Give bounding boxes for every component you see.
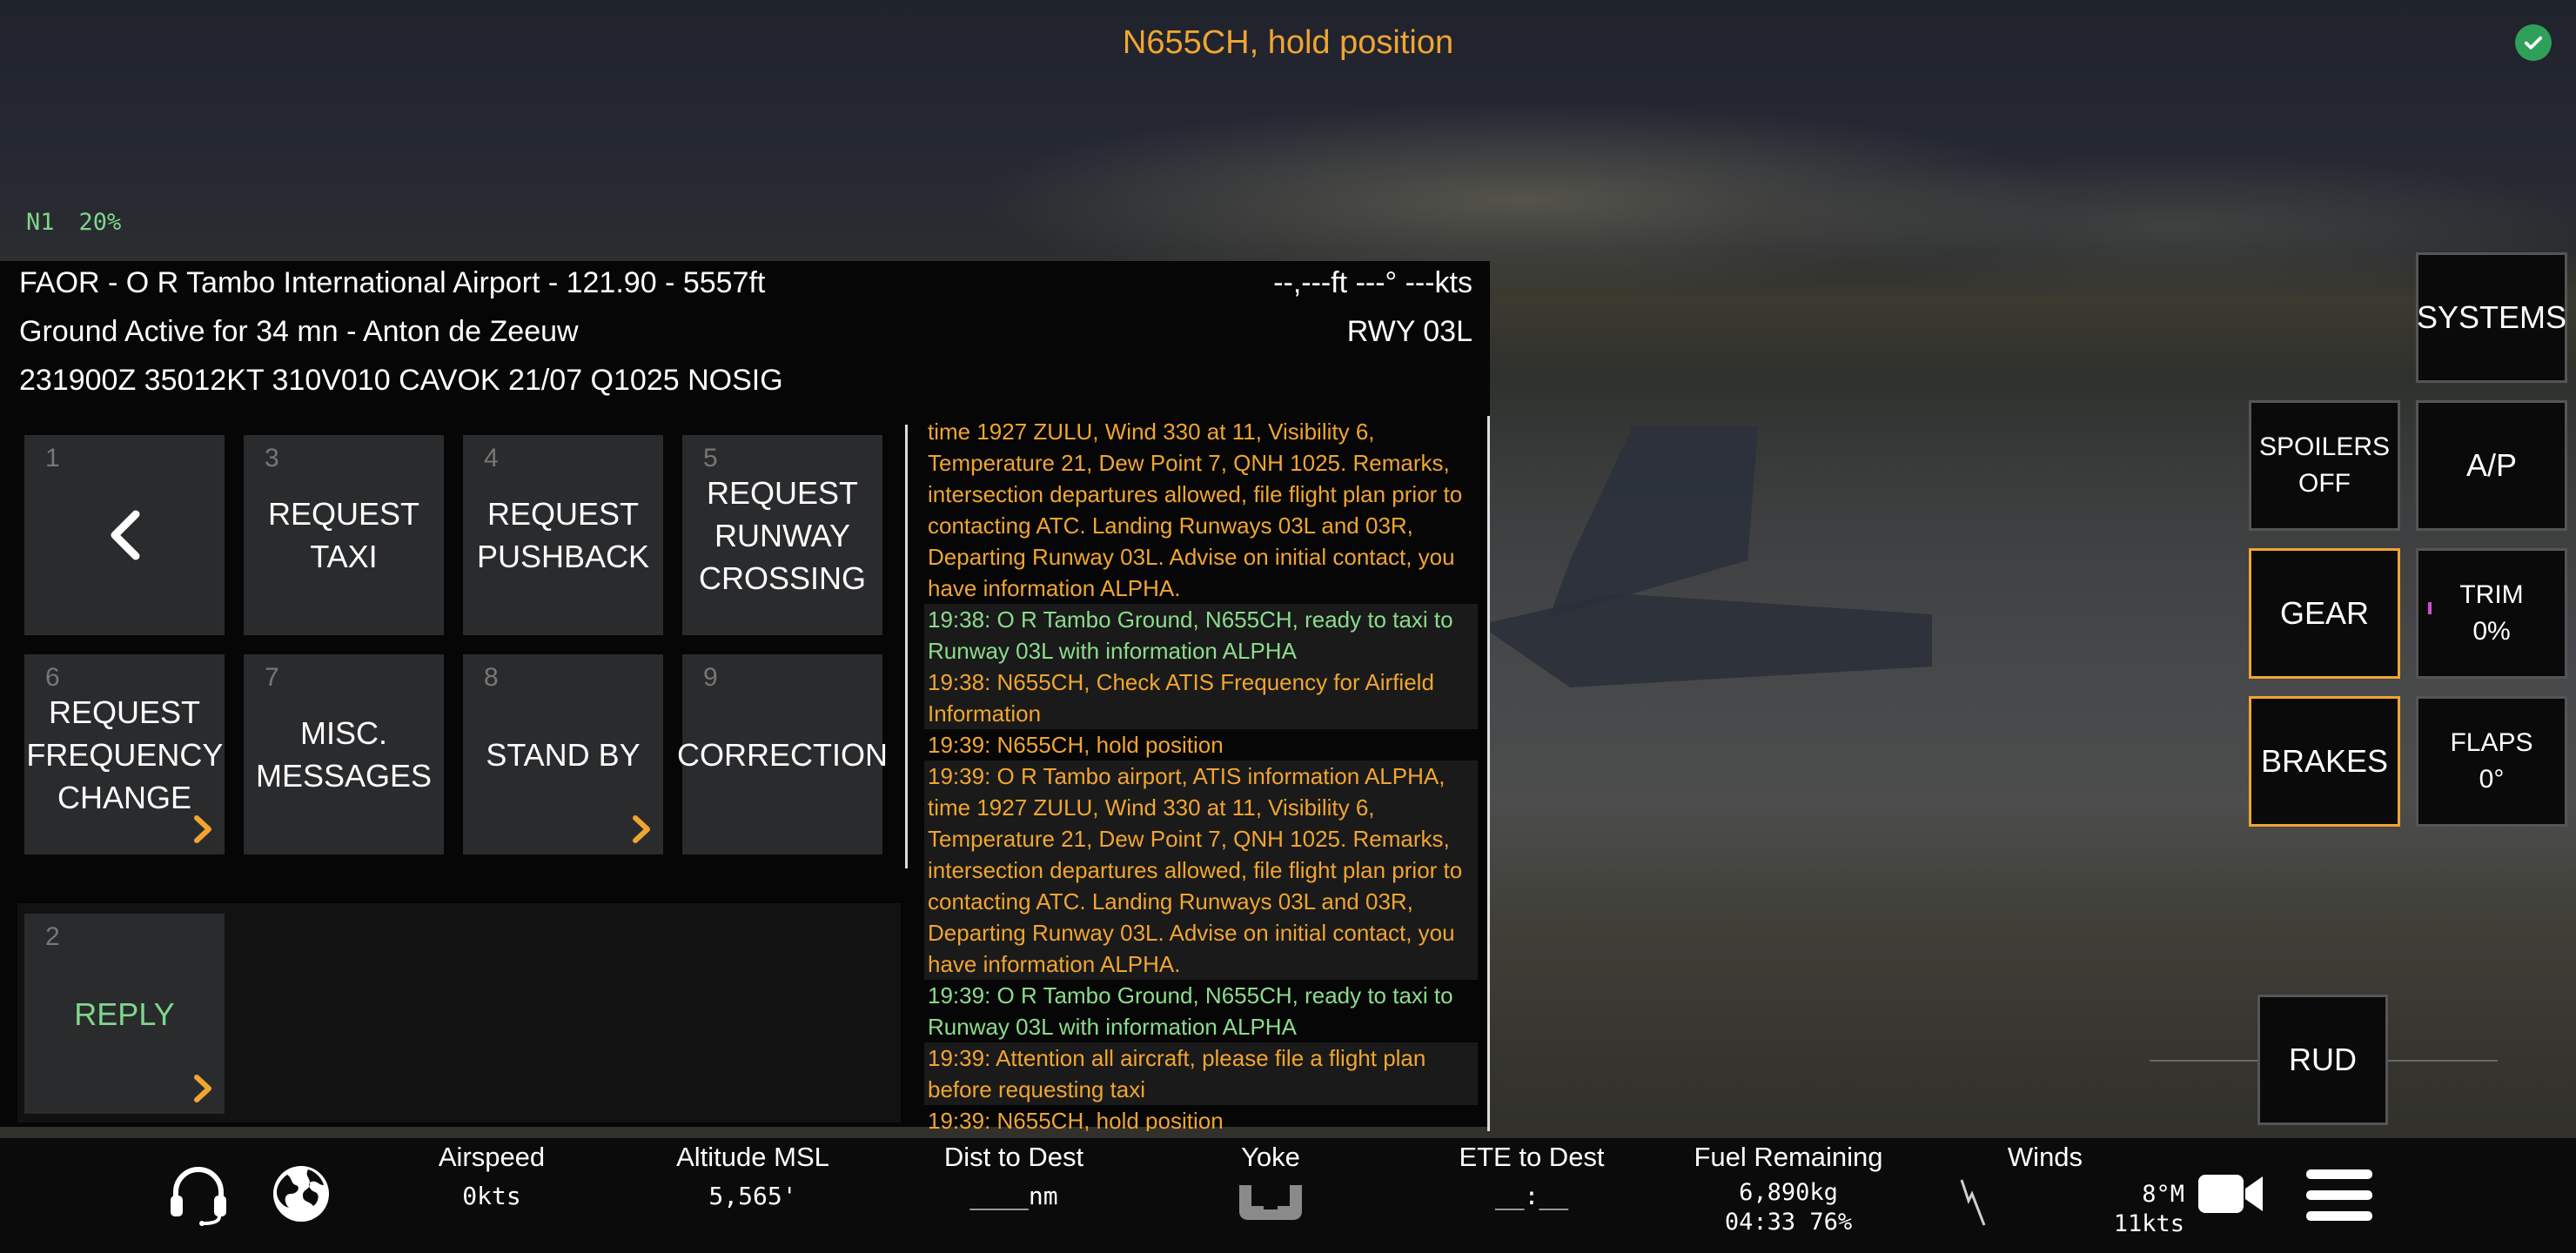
atc-banner: N655CH, hold position <box>1122 24 1454 61</box>
globe-icon[interactable] <box>270 1163 332 1225</box>
controller-info: Ground Active for 34 mn - Anton de Zeeuw <box>19 315 579 348</box>
metar: 231900Z 35012KT 310V010 CAVOK 21/07 Q102… <box>19 364 783 397</box>
correction-button[interactable]: 9 CORRECTION <box>677 654 888 854</box>
winds-title-wrap: Winds <box>1967 1138 2123 1173</box>
flaps-button[interactable]: FLAPS 0° <box>2416 696 2567 827</box>
atc-option-label: REQUEST PUSHBACK <box>476 496 650 574</box>
airport-info: FAOR - O R Tambo International Airport -… <box>19 266 766 299</box>
chevron-right-icon <box>633 815 650 843</box>
spoilers-button[interactable]: SPOILERS OFF <box>2249 400 2400 531</box>
dist-to-dest-stat: Dist to Dest ____nm <box>914 1138 1114 1210</box>
aircraft-silhouette <box>1479 409 1932 696</box>
trim-button[interactable]: TRIM 0% <box>2416 548 2567 679</box>
atc-option-label: REQUEST RUNWAY CROSSING <box>698 474 867 596</box>
brakes-button[interactable]: BRAKES <box>2249 696 2400 827</box>
n1-value: 20% <box>78 209 122 236</box>
log-scrollbar[interactable] <box>1487 416 1490 1131</box>
log-message: 19:38: O R Tambo Ground, N655CH, ready t… <box>924 604 1478 667</box>
chevron-right-icon <box>194 815 211 843</box>
yoke-stat[interactable]: Yoke <box>1201 1138 1340 1226</box>
dist-value: ____nm <box>969 1182 1058 1210</box>
yoke-icon <box>1239 1185 1302 1220</box>
fuel-stat: Fuel Remaining 6,890kg 04:33 76% <box>1675 1138 1902 1237</box>
winds-direction: 8°M <box>2142 1181 2184 1208</box>
altitude-value: 5,565' <box>708 1182 797 1210</box>
log-message: 19:38: N655CH, Check ATIS Frequency for … <box>924 667 1478 729</box>
altitude-stat: Altitude MSL 5,565' <box>644 1138 862 1210</box>
winds-title: Winds <box>2007 1142 2083 1172</box>
autopilot-button[interactable]: A/P <box>2416 400 2567 531</box>
check-icon <box>2515 24 2552 61</box>
ete-title: ETE to Dest <box>1459 1142 1605 1172</box>
atc-message-log[interactable]: time 1927 ZULU, Wind 330 at 11, Visibili… <box>905 416 1490 1131</box>
log-message: 19:39: N655CH, hold position <box>928 1108 1224 1131</box>
chevron-left-icon <box>111 510 140 560</box>
winds-speed: 11kts <box>2113 1210 2184 1237</box>
position-readout: --,---ft ---° ---kts <box>1273 266 1472 299</box>
wind-arrow-icon <box>1960 1179 1986 1226</box>
airspeed-title: Airspeed <box>438 1142 546 1172</box>
request-pushback-button[interactable]: 4 REQUEST PUSHBACK <box>463 435 663 635</box>
log-message: 19:39: N655CH, hold position <box>928 732 1224 758</box>
reply-button[interactable]: 2 REPLY <box>24 914 225 1114</box>
fuel-title: Fuel Remaining <box>1694 1142 1883 1172</box>
headset-icon[interactable] <box>165 1161 231 1227</box>
misc-messages-button[interactable]: 7 MISC. MESSAGES <box>244 654 444 854</box>
request-frequency-change-button[interactable]: 6 REQUEST FREQUENCY CHANGE <box>24 654 225 854</box>
atc-back-button[interactable]: 1 <box>24 435 225 635</box>
systems-button[interactable]: SYSTEMS <box>2416 252 2567 383</box>
log-divider <box>905 425 908 868</box>
altitude-title: Altitude MSL <box>676 1142 829 1172</box>
fuel-time-percent: 04:33 76% <box>1724 1209 1853 1236</box>
engine-n1-readout: N1 20% <box>26 209 121 236</box>
rudder-button[interactable]: RUD <box>2257 995 2388 1125</box>
log-message: time 1927 ZULU, Wind 330 at 11, Visibili… <box>928 419 1463 601</box>
ete-stat: ETE to Dest __:__ <box>1427 1138 1636 1210</box>
menu-icon[interactable] <box>2304 1168 2374 1223</box>
log-message: 19:39: Attention all aircraft, please fi… <box>924 1042 1478 1105</box>
winds-values: 8°M 11kts <box>2071 1175 2184 1239</box>
log-message: 19:39: O R Tambo Ground, N655CH, ready t… <box>928 982 1453 1040</box>
chevron-right-icon <box>194 1075 211 1102</box>
gear-button[interactable]: GEAR <box>2249 548 2400 679</box>
fuel-weight: 6,890kg <box>1739 1179 1838 1206</box>
dist-title: Dist to Dest <box>943 1142 1084 1172</box>
runway-label: RWY 03L <box>1346 315 1472 348</box>
request-runway-crossing-button[interactable]: 5 REQUEST RUNWAY CROSSING <box>682 435 882 635</box>
atc-option-label: REQUEST TAXI <box>267 496 420 574</box>
request-taxi-button[interactable]: 3 REQUEST TAXI <box>244 435 444 635</box>
camera-icon[interactable] <box>2197 1169 2266 1218</box>
airspeed-stat: Airspeed 0kts <box>396 1138 587 1210</box>
atc-option-label: MISC. MESSAGES <box>255 715 433 794</box>
n1-label: N1 <box>26 209 55 236</box>
airspeed-value: 0kts <box>462 1182 521 1210</box>
ete-value: __:__ <box>1494 1182 1569 1210</box>
log-message: 19:39: O R Tambo airport, ATIS informati… <box>924 761 1478 980</box>
atc-option-label: CORRECTION <box>677 736 888 773</box>
trim-indicator <box>2428 602 2432 614</box>
stand-by-button[interactable]: 8 STAND BY <box>463 654 663 854</box>
yoke-title: Yoke <box>1241 1142 1300 1172</box>
